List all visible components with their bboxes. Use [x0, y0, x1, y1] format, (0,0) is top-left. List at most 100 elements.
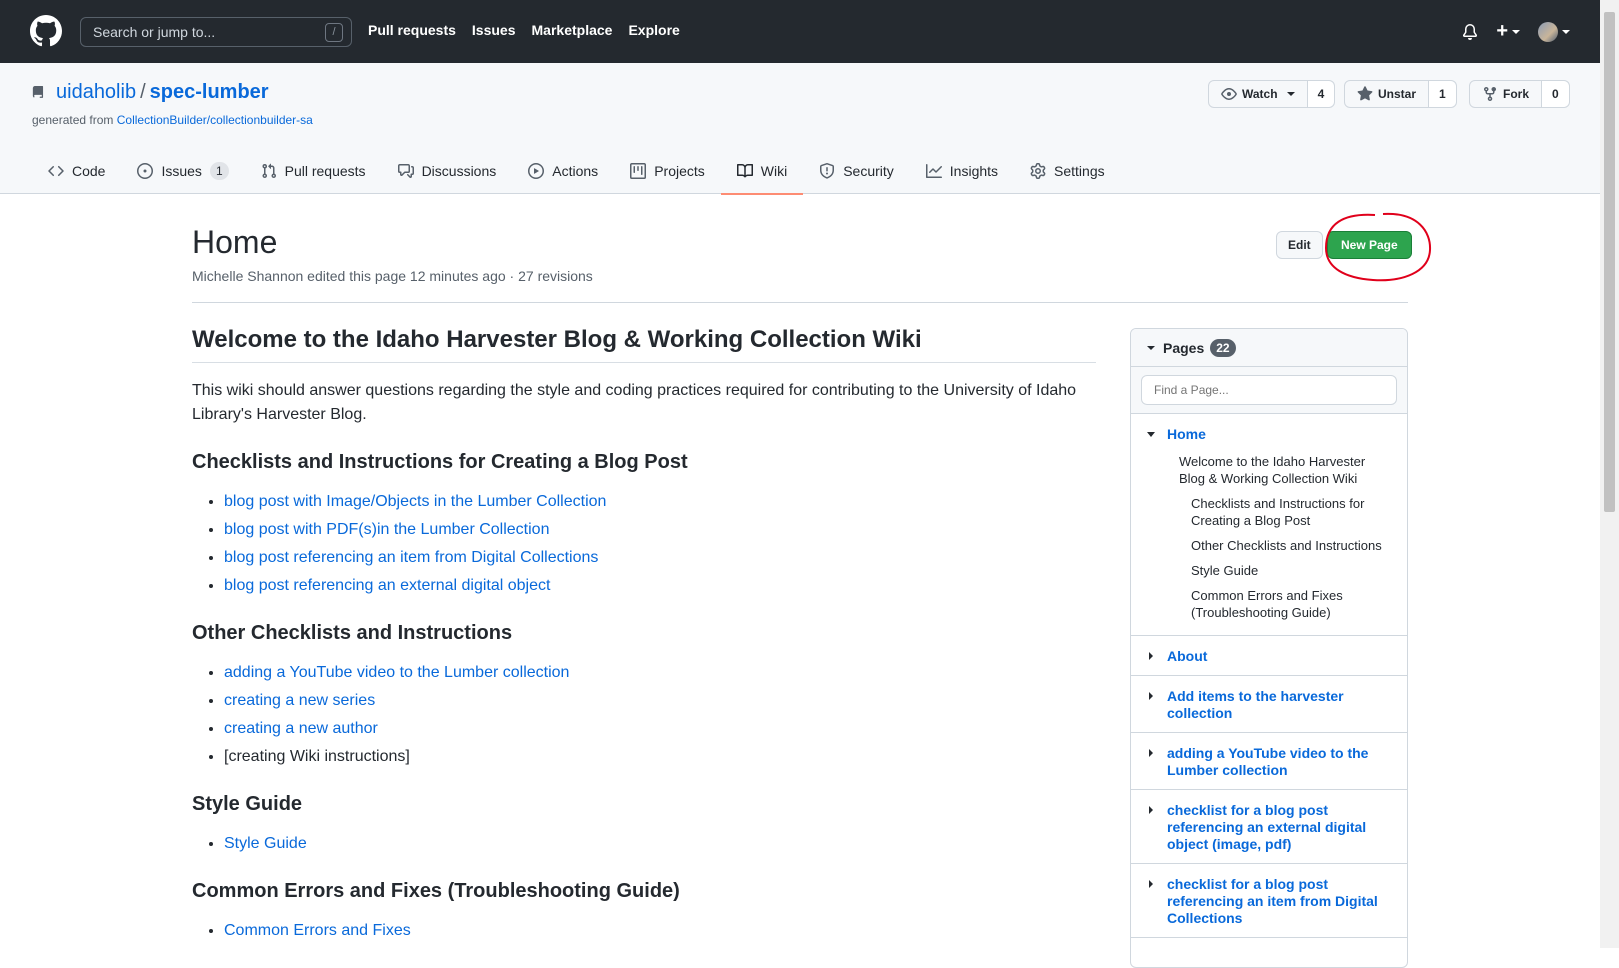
page-edit-meta: Michelle Shannon edited this page 12 min… — [192, 268, 593, 284]
tab-actions[interactable]: Actions — [512, 148, 614, 194]
list-text: [creating Wiki instructions] — [224, 748, 410, 765]
avatar — [1538, 21, 1558, 42]
unstar-label: Unstar — [1378, 87, 1417, 101]
wiki-body: Welcome to the Idaho Harvester Blog & Wo… — [192, 326, 1096, 959]
list-item: blog post with PDF(s)in the Lumber Colle… — [224, 518, 1096, 542]
wiki-link[interactable]: creating a new author — [224, 720, 378, 737]
toc-item[interactable]: Style Guide — [1167, 562, 1391, 579]
tab-discussions[interactable]: Discussions — [382, 148, 513, 194]
fork-button[interactable]: Fork — [1470, 81, 1543, 107]
wiki-heading: Welcome to the Idaho Harvester Blog & Wo… — [192, 326, 1096, 363]
triangle-right-icon[interactable] — [1149, 749, 1153, 757]
list-item: Common Errors and Fixes — [224, 919, 1096, 943]
tab-label: Security — [843, 163, 894, 179]
wiki-pages-sidebar: Pages 22 Home Welcome to the Idaho Harve… — [1130, 328, 1408, 968]
watch-button[interactable]: Watch — [1209, 81, 1308, 107]
triangle-right-icon[interactable] — [1149, 692, 1153, 700]
section-list: Style Guide — [192, 832, 1096, 856]
nav-link-issues[interactable]: Issues — [472, 22, 516, 38]
triangle-right-icon[interactable] — [1149, 806, 1153, 814]
pages-header[interactable]: Pages 22 — [1131, 329, 1407, 367]
sidebar-page-link[interactable]: checklist for a blog post referencing an… — [1167, 802, 1366, 852]
list-item: [creating Wiki instructions] — [224, 745, 1096, 769]
section-list: adding a YouTube video to the Lumber col… — [192, 661, 1096, 769]
tab-label: Projects — [654, 163, 705, 179]
triangle-right-icon[interactable] — [1149, 652, 1153, 660]
tab-settings[interactable]: Settings — [1014, 148, 1121, 194]
gear-icon — [1030, 163, 1046, 179]
tab-wiki[interactable]: Wiki — [720, 148, 804, 195]
star-filled-icon — [1357, 86, 1373, 101]
sidebar-page-link[interactable]: Add items to the harvester collection — [1167, 688, 1344, 721]
sidebar-page-link[interactable]: adding a YouTube video to the Lumber col… — [1167, 745, 1368, 778]
sidebar-page-link[interactable]: checklist for a blog post referencing an… — [1167, 876, 1378, 926]
issue-icon — [137, 163, 154, 179]
create-new-menu[interactable]: + — [1496, 20, 1520, 43]
find-page-input[interactable] — [1141, 375, 1397, 405]
star-count[interactable]: 1 — [1429, 81, 1456, 107]
fork-count[interactable]: 0 — [1542, 81, 1569, 107]
template-repo-link[interactable]: CollectionBuilder/collectionbuilder-sa — [117, 113, 313, 127]
tab-projects[interactable]: Projects — [614, 148, 721, 194]
tab-issues[interactable]: Issues 1 — [121, 148, 244, 194]
wiki-intro: This wiki should answer questions regard… — [192, 382, 1077, 423]
fork-icon — [1484, 87, 1496, 102]
wiki-link[interactable]: creating a new series — [224, 692, 375, 709]
tab-security[interactable]: Security — [803, 148, 910, 194]
nav-link-marketplace[interactable]: Marketplace — [532, 22, 613, 38]
wiki-link[interactable]: blog post referencing an item from Digit… — [224, 549, 598, 566]
section-list: Common Errors and Fixes — [192, 919, 1096, 943]
tab-insights[interactable]: Insights — [910, 148, 1014, 194]
toc-item[interactable]: Common Errors and Fixes (Troubleshooting… — [1167, 587, 1391, 625]
repo-owner-link[interactable]: uidaholib — [56, 81, 136, 103]
page-scrollbar[interactable] — [1600, 0, 1619, 948]
tab-pull-requests[interactable]: Pull requests — [245, 148, 382, 194]
wiki-link[interactable]: blog post referencing an external digita… — [224, 577, 550, 594]
toc-item[interactable]: Checklists and Instructions for Creating… — [1167, 495, 1391, 529]
toc-item[interactable]: Welcome to the Idaho Harvester Blog & Wo… — [1167, 453, 1391, 487]
watch-count[interactable]: 4 — [1307, 81, 1335, 107]
repo-title: uidaholib / spec-lumber — [56, 81, 269, 104]
header-right-controls: + — [1462, 20, 1570, 43]
slash-shortcut-hint: / — [325, 23, 343, 42]
edit-button[interactable]: Edit — [1276, 231, 1323, 259]
issues-counter: 1 — [209, 162, 229, 180]
tab-label: Actions — [552, 163, 599, 179]
sidebar-page-link[interactable]: About — [1167, 648, 1207, 664]
sidebar-page-home: Home Welcome to the Idaho Harvester Blog… — [1131, 414, 1407, 636]
wiki-link[interactable]: blog post with PDF(s)in the Lumber Colle… — [224, 521, 549, 538]
repo-title-separator: / — [140, 81, 146, 103]
repo-name-link[interactable]: spec-lumber — [150, 81, 269, 103]
triangle-down-icon[interactable] — [1147, 432, 1155, 437]
graph-icon — [925, 164, 942, 178]
triangle-right-icon[interactable] — [1149, 880, 1153, 888]
find-page-wrapper — [1131, 367, 1407, 414]
book-icon — [736, 163, 753, 178]
sidebar-page-item: Add items to the harvester collection — [1131, 676, 1407, 733]
list-item: blog post referencing an external digita… — [224, 574, 1096, 598]
unstar-button[interactable]: Unstar — [1345, 81, 1430, 107]
wiki-link[interactable]: Style Guide — [224, 835, 307, 852]
tab-code[interactable]: Code — [32, 148, 121, 194]
nav-link-explore[interactable]: Explore — [628, 22, 679, 38]
nav-link-pull-requests[interactable]: Pull requests — [368, 22, 456, 38]
wiki-link[interactable]: Common Errors and Fixes — [224, 922, 411, 939]
scrollbar-thumb[interactable] — [1604, 12, 1615, 512]
sidebar-page-item: checklist for a blog post referencing an… — [1131, 790, 1407, 864]
tab-label: Pull requests — [284, 163, 366, 179]
wiki-link[interactable]: blog post with Image/Objects in the Lumb… — [224, 493, 606, 510]
global-search-input[interactable]: Search or jump to... / — [80, 17, 352, 47]
bell-icon[interactable] — [1462, 23, 1478, 40]
toc-item[interactable]: Other Checklists and Instructions — [1167, 537, 1391, 554]
actions-icon — [528, 163, 545, 179]
tab-label: Issues — [161, 163, 202, 179]
fork-label: Fork — [1503, 87, 1530, 101]
chevron-down-icon — [1562, 29, 1570, 34]
github-logo-icon[interactable] — [30, 15, 62, 47]
user-menu[interactable] — [1538, 21, 1570, 42]
wiki-link[interactable]: adding a YouTube video to the Lumber col… — [224, 664, 569, 681]
pages-count-badge: 22 — [1210, 338, 1236, 357]
list-item: Style Guide — [224, 832, 1096, 856]
sidebar-page-link[interactable]: Home — [1167, 426, 1206, 442]
generated-from-label: generated from — [32, 113, 114, 127]
